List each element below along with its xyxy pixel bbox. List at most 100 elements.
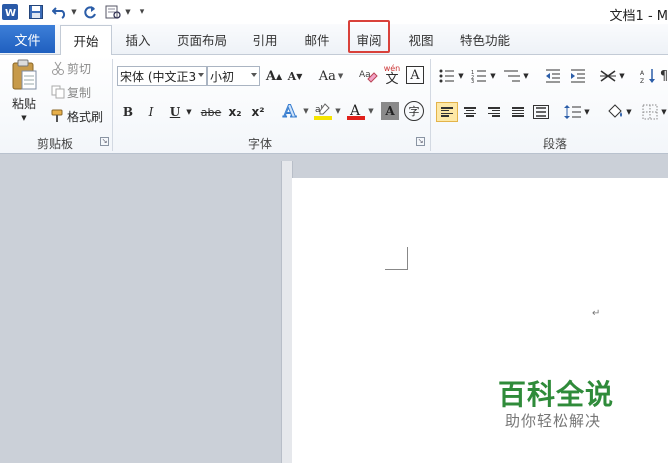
- font-color-icon: A: [347, 103, 366, 120]
- sort-icon[interactable]: AZ: [640, 67, 658, 85]
- subscript-button[interactable]: x₂: [226, 102, 244, 122]
- svg-text:A: A: [640, 70, 645, 77]
- font-size-value: 小初: [210, 69, 235, 84]
- bullets-icon[interactable]: [438, 67, 456, 85]
- tab-page-layout[interactable]: 页面布局: [170, 30, 234, 49]
- justify-icon[interactable]: [509, 103, 527, 121]
- underline-button[interactable]: U: [166, 102, 184, 122]
- numbering-dropdown-icon[interactable]: ▼: [489, 69, 497, 83]
- shading-icon[interactable]: [606, 103, 624, 121]
- multilevel-list-icon[interactable]: [503, 67, 521, 85]
- superscript-button[interactable]: x²: [249, 102, 267, 122]
- review-tab-highlight-box: [348, 20, 390, 53]
- tab-insert[interactable]: 插入: [118, 30, 158, 49]
- save-icon[interactable]: [28, 4, 44, 20]
- text-effects-button[interactable]: A ▼: [280, 100, 310, 122]
- clear-formatting-icon[interactable]: Aa: [357, 65, 379, 87]
- copy-icon[interactable]: [50, 84, 66, 100]
- character-border-button[interactable]: A: [406, 66, 424, 84]
- numbering-icon[interactable]: 123: [470, 67, 488, 85]
- paste-button[interactable]: 粘贴: [8, 95, 40, 111]
- svg-text:3: 3: [471, 79, 474, 83]
- font-group-label: 字体: [247, 137, 272, 151]
- window-title: 文档1 - M: [609, 9, 668, 24]
- underline-dropdown-icon[interactable]: ▼: [184, 102, 194, 122]
- qat-dropdown-icon[interactable]: ▼: [124, 4, 132, 20]
- line-spacing-icon[interactable]: [564, 103, 582, 121]
- borders-icon[interactable]: [641, 103, 659, 121]
- paste-dropdown-icon[interactable]: ▼: [18, 113, 30, 123]
- tab-mailings[interactable]: 邮件: [297, 30, 337, 49]
- ribbon-tab-row: 文件 开始 插入 页面布局 引用 邮件 审阅 视图 特色功能: [0, 24, 668, 55]
- bold-button[interactable]: B: [119, 102, 137, 122]
- font-name-combo[interactable]: 宋体 (中文正3: [117, 66, 207, 86]
- change-case-button[interactable]: Aa ▼: [318, 66, 344, 86]
- character-shading-button[interactable]: A: [381, 102, 399, 120]
- shrink-font-button[interactable]: A ▼: [287, 66, 303, 86]
- print-preview-icon[interactable]: [104, 4, 124, 20]
- bullets-dropdown-icon[interactable]: ▼: [457, 69, 465, 83]
- text-effects-icon: A: [282, 102, 298, 122]
- grow-font-button[interactable]: A ▲: [266, 66, 282, 86]
- redo-icon[interactable]: [82, 4, 98, 20]
- title-bar: W ▼ ▼ ▾ 文档1 - M: [0, 0, 668, 24]
- margin-corner-mark: [385, 247, 408, 270]
- change-case-icon: Aa: [318, 68, 336, 84]
- font-name-value: 宋体 (中文正3: [120, 69, 197, 84]
- group-separator: [430, 59, 431, 151]
- show-marks-icon[interactable]: ¶: [660, 67, 668, 85]
- undo-icon[interactable]: [50, 4, 70, 20]
- shading-dropdown-icon[interactable]: ▼: [625, 105, 633, 119]
- paragraph-mark: ↵: [592, 308, 601, 319]
- borders-dropdown-icon[interactable]: ▼: [660, 105, 668, 119]
- decrease-indent-icon[interactable]: [544, 67, 562, 85]
- align-right-icon[interactable]: [485, 103, 503, 121]
- highlight-color-button[interactable]: ab▼: [312, 100, 342, 122]
- group-separator: [112, 59, 113, 151]
- line-spacing-dropdown-icon[interactable]: ▼: [583, 105, 591, 119]
- svg-text:Z: Z: [640, 78, 644, 84]
- customize-qat-icon[interactable]: ▾: [137, 4, 147, 20]
- svg-text:W: W: [5, 8, 16, 19]
- chevron-down-icon: [251, 73, 257, 77]
- shrink-font-icon: A: [287, 69, 297, 83]
- tab-file[interactable]: 文件: [0, 25, 55, 53]
- strikethrough-button[interactable]: abe: [200, 102, 222, 122]
- copy-button[interactable]: 复制: [67, 84, 97, 100]
- phonetic-guide-button[interactable]: wén 文: [381, 61, 403, 87]
- multilevel-dropdown-icon[interactable]: ▼: [522, 69, 530, 83]
- paragraph-group-label: 段落: [542, 137, 567, 151]
- distributed-icon[interactable]: [532, 103, 550, 121]
- tab-view[interactable]: 视图: [401, 30, 441, 49]
- font-color-button[interactable]: A ▼: [345, 100, 375, 122]
- format-painter-button[interactable]: 格式刷: [67, 108, 107, 124]
- tab-special-features[interactable]: 特色功能: [453, 30, 517, 49]
- watermark-title: 百科全说: [498, 378, 615, 411]
- tab-home[interactable]: 开始: [60, 25, 112, 55]
- italic-button[interactable]: I: [142, 102, 160, 122]
- ribbon-home: 粘贴 ▼ 剪切 复制 格式刷 剪贴板 ↘ 宋体 (中文正3 小初 A ▲ A ▼ A…: [0, 55, 668, 154]
- tab-references[interactable]: 引用: [245, 30, 285, 49]
- cut-icon[interactable]: [50, 60, 66, 76]
- document-page[interactable]: [292, 178, 668, 463]
- highlight-pen-icon: ab: [314, 103, 333, 120]
- enclose-characters-button[interactable]: 字: [404, 101, 424, 121]
- increase-indent-icon[interactable]: [569, 67, 587, 85]
- font-launcher-icon[interactable]: ↘: [416, 137, 425, 146]
- align-center-icon[interactable]: [461, 103, 479, 121]
- align-left-button[interactable]: [436, 102, 458, 122]
- svg-text:A: A: [282, 102, 297, 121]
- word-app-icon[interactable]: W: [2, 4, 18, 20]
- chinese-layout-icon[interactable]: [599, 67, 617, 85]
- watermark-subtitle: 助你轻松解决: [505, 412, 602, 430]
- paste-icon[interactable]: [8, 58, 40, 94]
- chinese-layout-dropdown-icon[interactable]: ▼: [618, 69, 626, 83]
- cut-button[interactable]: 剪切: [67, 60, 97, 76]
- format-painter-icon[interactable]: [50, 108, 66, 124]
- clipboard-group-label: 剪贴板: [36, 137, 73, 151]
- clipboard-launcher-icon[interactable]: ↘: [100, 137, 109, 146]
- undo-dropdown-icon[interactable]: ▼: [70, 4, 78, 20]
- font-size-combo[interactable]: 小初: [207, 66, 260, 86]
- phonetic-guide-char: 文: [385, 72, 399, 87]
- grow-font-icon: A: [265, 68, 276, 84]
